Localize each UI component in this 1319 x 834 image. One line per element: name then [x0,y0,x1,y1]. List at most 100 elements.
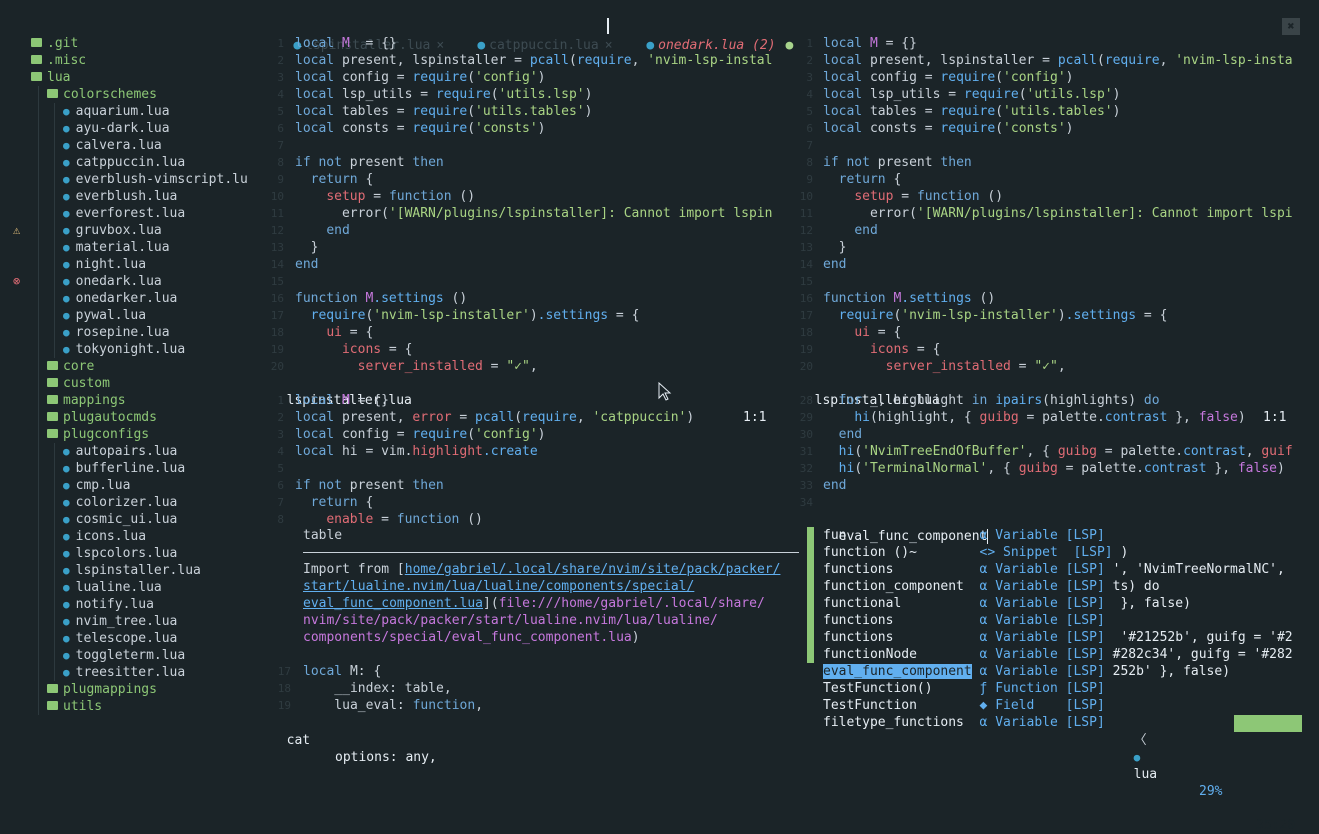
file-item[interactable]: ● lualine.lua [63,579,162,596]
file-link[interactable]: start/lualine.nvim/lua/lualine/component… [303,579,694,594]
code-token: , [529,359,538,374]
file-item[interactable]: ● night.lua [63,256,146,273]
file-item[interactable]: ● everblush-vimscript.lu [63,171,248,188]
completion-item[interactable]: functions α Variable [LSP] ', 'NvimTreeN… [823,561,1285,578]
file-link[interactable]: home/gabriel/.local/share/nvim/site/pack… [405,562,781,577]
code-token: 'nvim-lsp-installer' [373,308,530,323]
editor-pane-top-left[interactable]: 1 local M = {} 2 local present, lspinstalle… [262,35,790,375]
file-item[interactable]: ● catppuccin.lua [63,154,185,171]
completion-item[interactable]: functionNode α Variable [LSP] #282c34', … [823,646,1293,663]
code-token: guibg [1018,461,1058,476]
code-token: 'nvim-lsp-installer' [901,308,1058,323]
folder-label: .misc [47,53,87,68]
file-item[interactable]: ● everblush.lua [63,188,177,205]
completion-source: [LSP] [1057,613,1105,628]
warning-icon: ⚠ [13,223,21,237]
completion-menu[interactable]: fun α Variable [LSP] function ()~ <> Snip… [807,527,1303,734]
line-number: 14 [270,258,284,271]
file-item[interactable]: ● treesitter.lua [63,664,185,681]
file-item[interactable]: ● gruvbox.lua [63,222,162,239]
file-item[interactable]: ● calvera.lua [63,137,162,154]
folder-item[interactable]: plugautocmds [47,409,157,426]
lua-icon: ● [63,666,70,679]
folder-item[interactable]: utils [47,698,102,715]
file-item[interactable]: ● bufferline.lua [63,460,185,477]
file-item[interactable]: ● aquarium.lua [63,103,170,120]
code-token: for [838,393,870,408]
completion-source: [LSP] [1057,715,1105,730]
code-line: local consts = require('consts') [823,120,1074,137]
folder-item[interactable]: plugconfigs [47,426,149,443]
file-item[interactable]: ● nvim_tree.lua [63,613,177,630]
editor-pane-bottom-left[interactable]: 1 local M = {} 2 local present, error = pca… [262,392,790,528]
folder-item[interactable]: lua [31,69,70,86]
code-token: server_installed [357,359,483,374]
completion-item[interactable]: function ()~ <> Snippet [LSP] ) [823,544,1128,561]
code-token: config = [869,70,941,85]
hover-token: lua_eval: [303,698,413,713]
lua-icon: ● [63,598,70,611]
folder-item[interactable]: .misc [31,52,86,69]
file-item[interactable]: ● lspinstaller.lua [63,562,201,579]
file-item[interactable]: ● cmp.lua [63,477,130,494]
completion-item[interactable]: functional α Variable [LSP] }, false) [823,595,1191,612]
file-item[interactable]: ● rosepine.lua [63,324,170,341]
folder-item[interactable]: plugmappings [47,681,157,698]
file-item[interactable]: ● ayu-dark.lua [63,120,170,137]
tab-onedark[interactable]: ● onedark.lua (2) ● [615,17,793,53]
completion-scrollbar[interactable] [807,527,814,663]
code-token: guif [1261,444,1293,459]
close-all-icon[interactable]: ✖ [1282,18,1300,35]
folder-item[interactable]: .git [31,35,78,52]
completion-item[interactable]: eval_func_component α Variable [LSP] 252… [823,663,1230,680]
completion-item[interactable]: function_component α Variable [LSP] ts) … [823,578,1160,595]
file-item[interactable]: ● autopairs.lua [63,443,177,460]
file-item[interactable]: ● onedark.lua [63,273,162,290]
tab-lspinstaller[interactable]: ● lspinstaller.lua × [262,17,444,53]
code-token: } [295,240,319,255]
folder-item[interactable]: core [47,358,94,375]
code-line: end [823,426,862,443]
line-number: 16 [799,292,813,305]
line-number: 13 [799,241,813,254]
code-token: function [823,291,894,306]
lua-icon: ● [63,156,70,169]
line-number: 5 [277,462,284,475]
code-token: local [295,70,342,85]
lua-icon: ● [63,224,70,237]
completion-item[interactable]: filetype_functions α Variable [LSP] [823,714,1105,731]
file-item[interactable]: ● toggleterm.lua [63,647,185,664]
editor-pane-bottom-right[interactable]: 28 for _, highlight in ipairs(highlights… [797,392,1307,511]
file-item[interactable]: ● lspcolors.lua [63,545,177,562]
completion-source: [LSP] [1057,681,1105,696]
file-item[interactable]: ● material.lua [63,239,170,256]
file-item[interactable]: ● telescope.lua [63,630,177,647]
completion-word: functions [823,562,972,577]
editor-pane-top-right[interactable]: 1 local M = {} 2 local present, lspinstalle… [797,35,1307,375]
tab-catppuccin[interactable]: ● catppuccin.lua × [446,17,612,53]
folder-item[interactable]: custom [47,375,110,392]
file-item[interactable]: ● colorizer.lua [63,494,177,511]
folder-item[interactable]: mappings [47,392,126,409]
completion-item[interactable]: functions α Variable [LSP] [823,612,1105,629]
file-item[interactable]: ● onedarker.lua [63,290,177,307]
code-token: 'utils.tables' [475,104,585,119]
file-link[interactable]: eval_func_component.lua [303,596,483,611]
folder-item[interactable]: colorschemes [47,86,157,103]
file-item[interactable]: ● tokyonight.lua [63,341,185,358]
file-item[interactable]: ● notify.lua [63,596,154,613]
completion-item[interactable]: fun α Variable [LSP] [823,527,1105,544]
completion-item[interactable]: functions α Variable [LSP] '#21252b', gu… [823,629,1293,646]
file-item[interactable]: ● cosmic_ui.lua [63,511,177,528]
completion-item[interactable]: TestFunction ◆ Field [LSP] [823,697,1105,714]
code-token: (highlights) [1042,393,1144,408]
file-item[interactable]: ● everforest.lua [63,205,185,222]
completion-word: functions [823,630,972,645]
completion-item[interactable]: TestFunction() ƒ Function [LSP] [823,680,1105,697]
file-item[interactable]: ● pywal.lua [63,307,146,324]
file-item[interactable]: ● icons.lua [63,528,146,545]
